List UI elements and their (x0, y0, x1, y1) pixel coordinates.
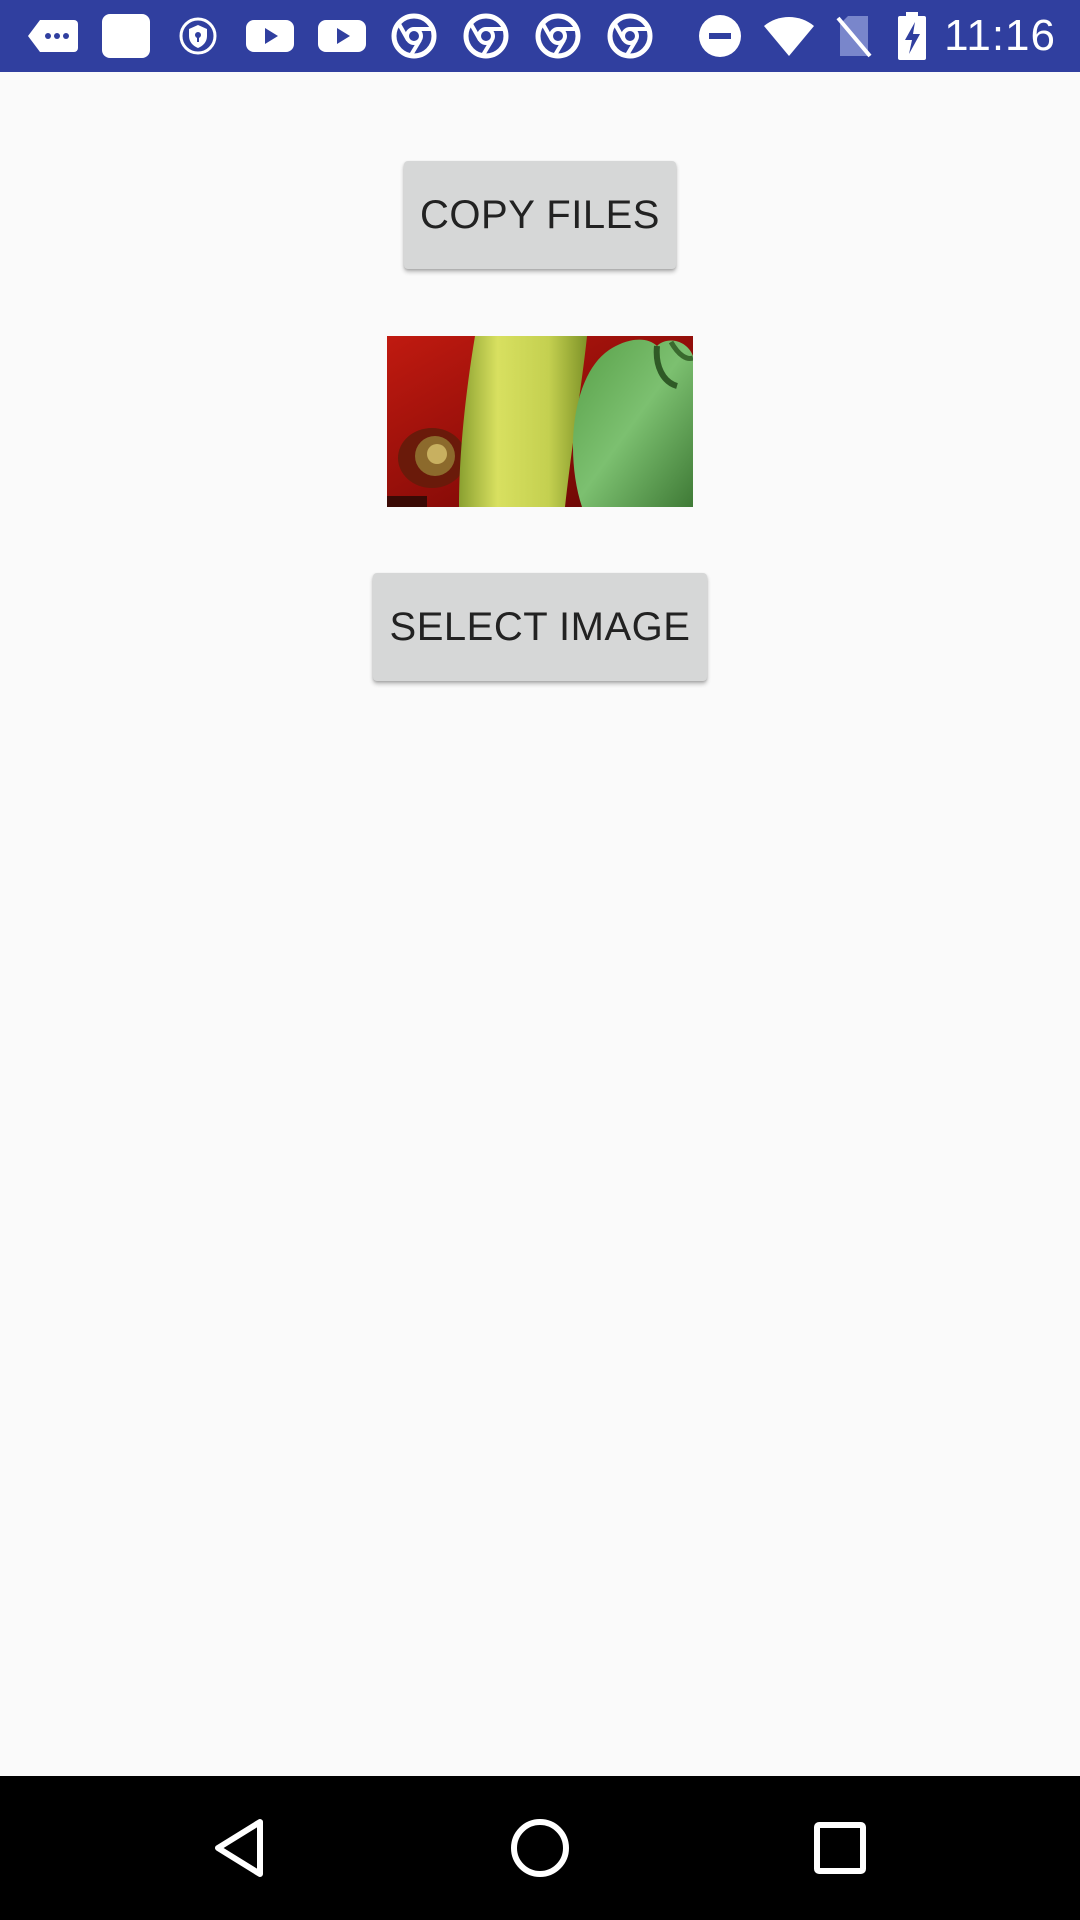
home-icon[interactable] (504, 1812, 576, 1884)
peppers-image (387, 336, 693, 507)
vpn-shield-icon (179, 17, 217, 55)
do-not-disturb-icon (699, 15, 741, 57)
recents-icon[interactable] (804, 1812, 876, 1884)
chrome-icon (391, 13, 437, 59)
battery-charging-icon (898, 12, 926, 60)
notification-square-icon (102, 14, 150, 58)
clock-time: 11:16 (944, 11, 1056, 60)
chrome-icon (463, 13, 509, 59)
selected-image-preview (387, 336, 693, 507)
select-image-button[interactable]: SELECT IMAGE (373, 573, 707, 681)
app-screen: 11:16 COPY FILES SELECT IMAGE (0, 0, 1080, 1920)
chrome-icon (535, 13, 581, 59)
youtube-icon (246, 20, 294, 52)
copy-files-button[interactable]: COPY FILES (404, 161, 676, 269)
no-sim-icon (836, 16, 872, 58)
back-icon[interactable] (204, 1812, 276, 1884)
chrome-icon (607, 13, 653, 59)
status-bar: 11:16 (0, 0, 1080, 72)
navigation-bar (0, 1776, 1080, 1920)
youtube-icon (318, 20, 366, 52)
wifi-icon (764, 17, 814, 56)
messages-icon (28, 20, 78, 52)
